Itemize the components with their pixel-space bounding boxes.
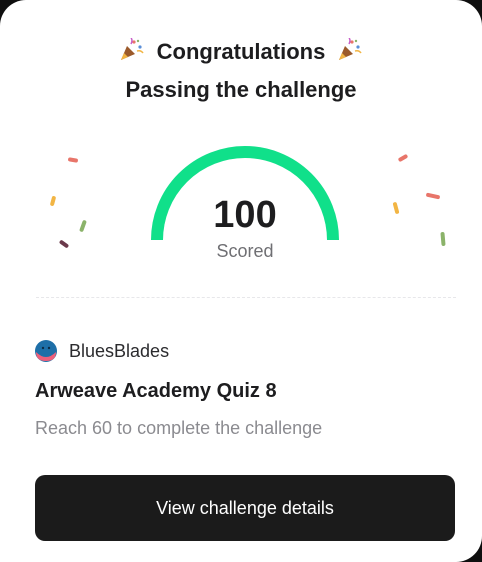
quiz-title: Arweave Academy Quiz 8 (35, 380, 277, 402)
score-value: 100 (213, 194, 277, 236)
challenge-result-card: Congratulations Passing the challenge 10… (0, 0, 482, 562)
creator-row[interactable]: BluesBlades (35, 340, 169, 362)
view-challenge-details-button[interactable]: View challenge details (35, 475, 455, 541)
section-divider (36, 297, 456, 298)
creator-name: BluesBlades (69, 341, 170, 361)
score-label: Scored (216, 241, 274, 261)
pass-requirement: Reach 60 to complete the challenge (35, 418, 323, 438)
creator-avatar-icon (35, 340, 57, 362)
